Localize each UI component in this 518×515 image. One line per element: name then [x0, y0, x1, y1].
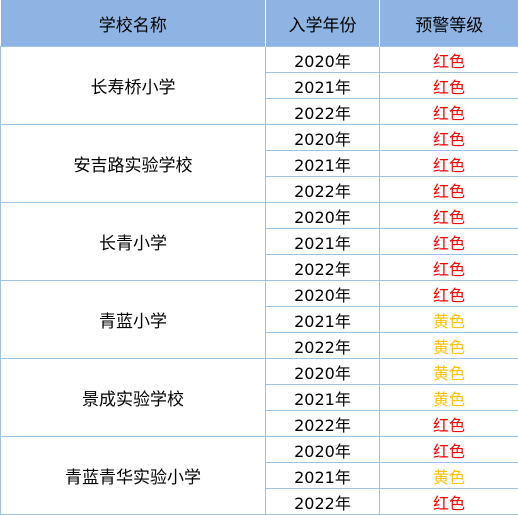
header-row: 学校名称 入学年份 预警等级: [1, 0, 518, 47]
enroll-year-cell: 2022年: [266, 489, 380, 515]
warning-table: 学校名称 入学年份 预警等级 长寿桥小学2020年红色2021年红色2022年红…: [0, 0, 518, 515]
table-row: 安吉路实验学校2020年红色: [1, 125, 518, 151]
table-body: 长寿桥小学2020年红色2021年红色2022年红色安吉路实验学校2020年红色…: [1, 47, 518, 515]
enroll-year-cell: 2022年: [266, 255, 380, 281]
enroll-year-cell: 2020年: [266, 437, 380, 463]
table-row: 青蓝青华实验小学2020年红色: [1, 437, 518, 463]
enroll-year-cell: 2021年: [266, 463, 380, 489]
school-name-cell: 青蓝小学: [1, 281, 266, 359]
header-enroll-year: 入学年份: [266, 0, 380, 47]
header-warning-level: 预警等级: [380, 0, 518, 47]
warning-level-cell: 红色: [380, 437, 518, 463]
warning-level-cell: 红色: [380, 151, 518, 177]
enroll-year-cell: 2022年: [266, 177, 380, 203]
enroll-year-cell: 2021年: [266, 151, 380, 177]
enroll-year-cell: 2020年: [266, 47, 380, 73]
warning-level-cell: 黄色: [380, 333, 518, 359]
warning-level-cell: 红色: [380, 489, 518, 515]
enroll-year-cell: 2021年: [266, 385, 380, 411]
school-name-cell: 景成实验学校: [1, 359, 266, 437]
warning-level-cell: 红色: [380, 229, 518, 255]
table-row: 长青小学2020年红色: [1, 203, 518, 229]
enroll-year-cell: 2021年: [266, 73, 380, 99]
warning-level-cell: 黄色: [380, 307, 518, 333]
warning-level-cell: 红色: [380, 73, 518, 99]
warning-level-cell: 黄色: [380, 385, 518, 411]
school-name-cell: 长青小学: [1, 203, 266, 281]
warning-level-cell: 红色: [380, 125, 518, 151]
warning-level-cell: 红色: [380, 47, 518, 73]
header-school-name: 学校名称: [1, 0, 266, 47]
enroll-year-cell: 2020年: [266, 359, 380, 385]
enroll-year-cell: 2022年: [266, 99, 380, 125]
warning-level-cell: 红色: [380, 255, 518, 281]
warning-level-cell: 红色: [380, 281, 518, 307]
warning-level-cell: 红色: [380, 177, 518, 203]
enroll-year-cell: 2021年: [266, 229, 380, 255]
enroll-year-cell: 2020年: [266, 203, 380, 229]
table-row: 长寿桥小学2020年红色: [1, 47, 518, 73]
enroll-year-cell: 2020年: [266, 125, 380, 151]
enroll-year-cell: 2022年: [266, 411, 380, 437]
table-row: 青蓝小学2020年红色: [1, 281, 518, 307]
enroll-year-cell: 2022年: [266, 333, 380, 359]
enroll-year-cell: 2021年: [266, 307, 380, 333]
school-name-cell: 长寿桥小学: [1, 47, 266, 125]
table-row: 景成实验学校2020年黄色: [1, 359, 518, 385]
enroll-year-cell: 2020年: [266, 281, 380, 307]
warning-level-cell: 红色: [380, 99, 518, 125]
warning-level-cell: 红色: [380, 203, 518, 229]
warning-level-cell: 黄色: [380, 463, 518, 489]
school-name-cell: 青蓝青华实验小学: [1, 437, 266, 515]
warning-level-cell: 黄色: [380, 359, 518, 385]
warning-level-cell: 红色: [380, 411, 518, 437]
school-name-cell: 安吉路实验学校: [1, 125, 266, 203]
